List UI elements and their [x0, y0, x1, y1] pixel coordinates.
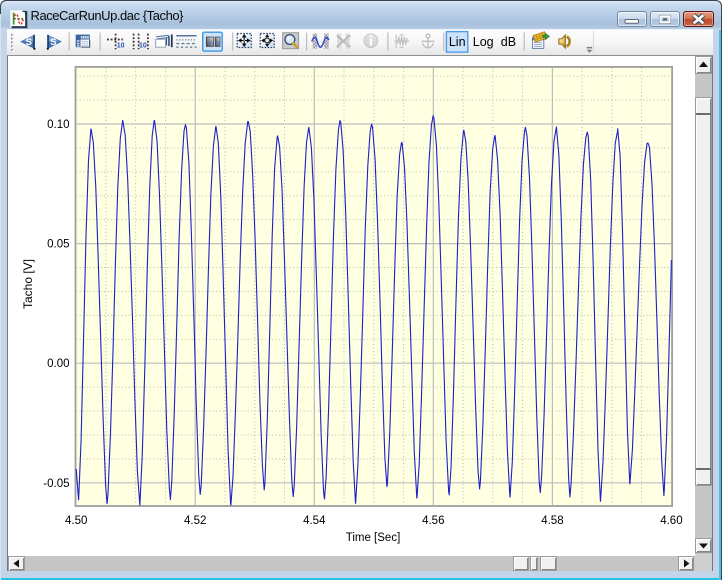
- svg-text:S: S: [50, 37, 56, 48]
- svg-text:Lin: Lin: [449, 35, 466, 49]
- svg-text:10: 10: [139, 42, 147, 49]
- svg-text:10: 10: [117, 42, 125, 49]
- svg-text:S: S: [26, 37, 32, 48]
- svg-text:dB: dB: [501, 35, 516, 49]
- svg-text:Log: Log: [473, 35, 494, 49]
